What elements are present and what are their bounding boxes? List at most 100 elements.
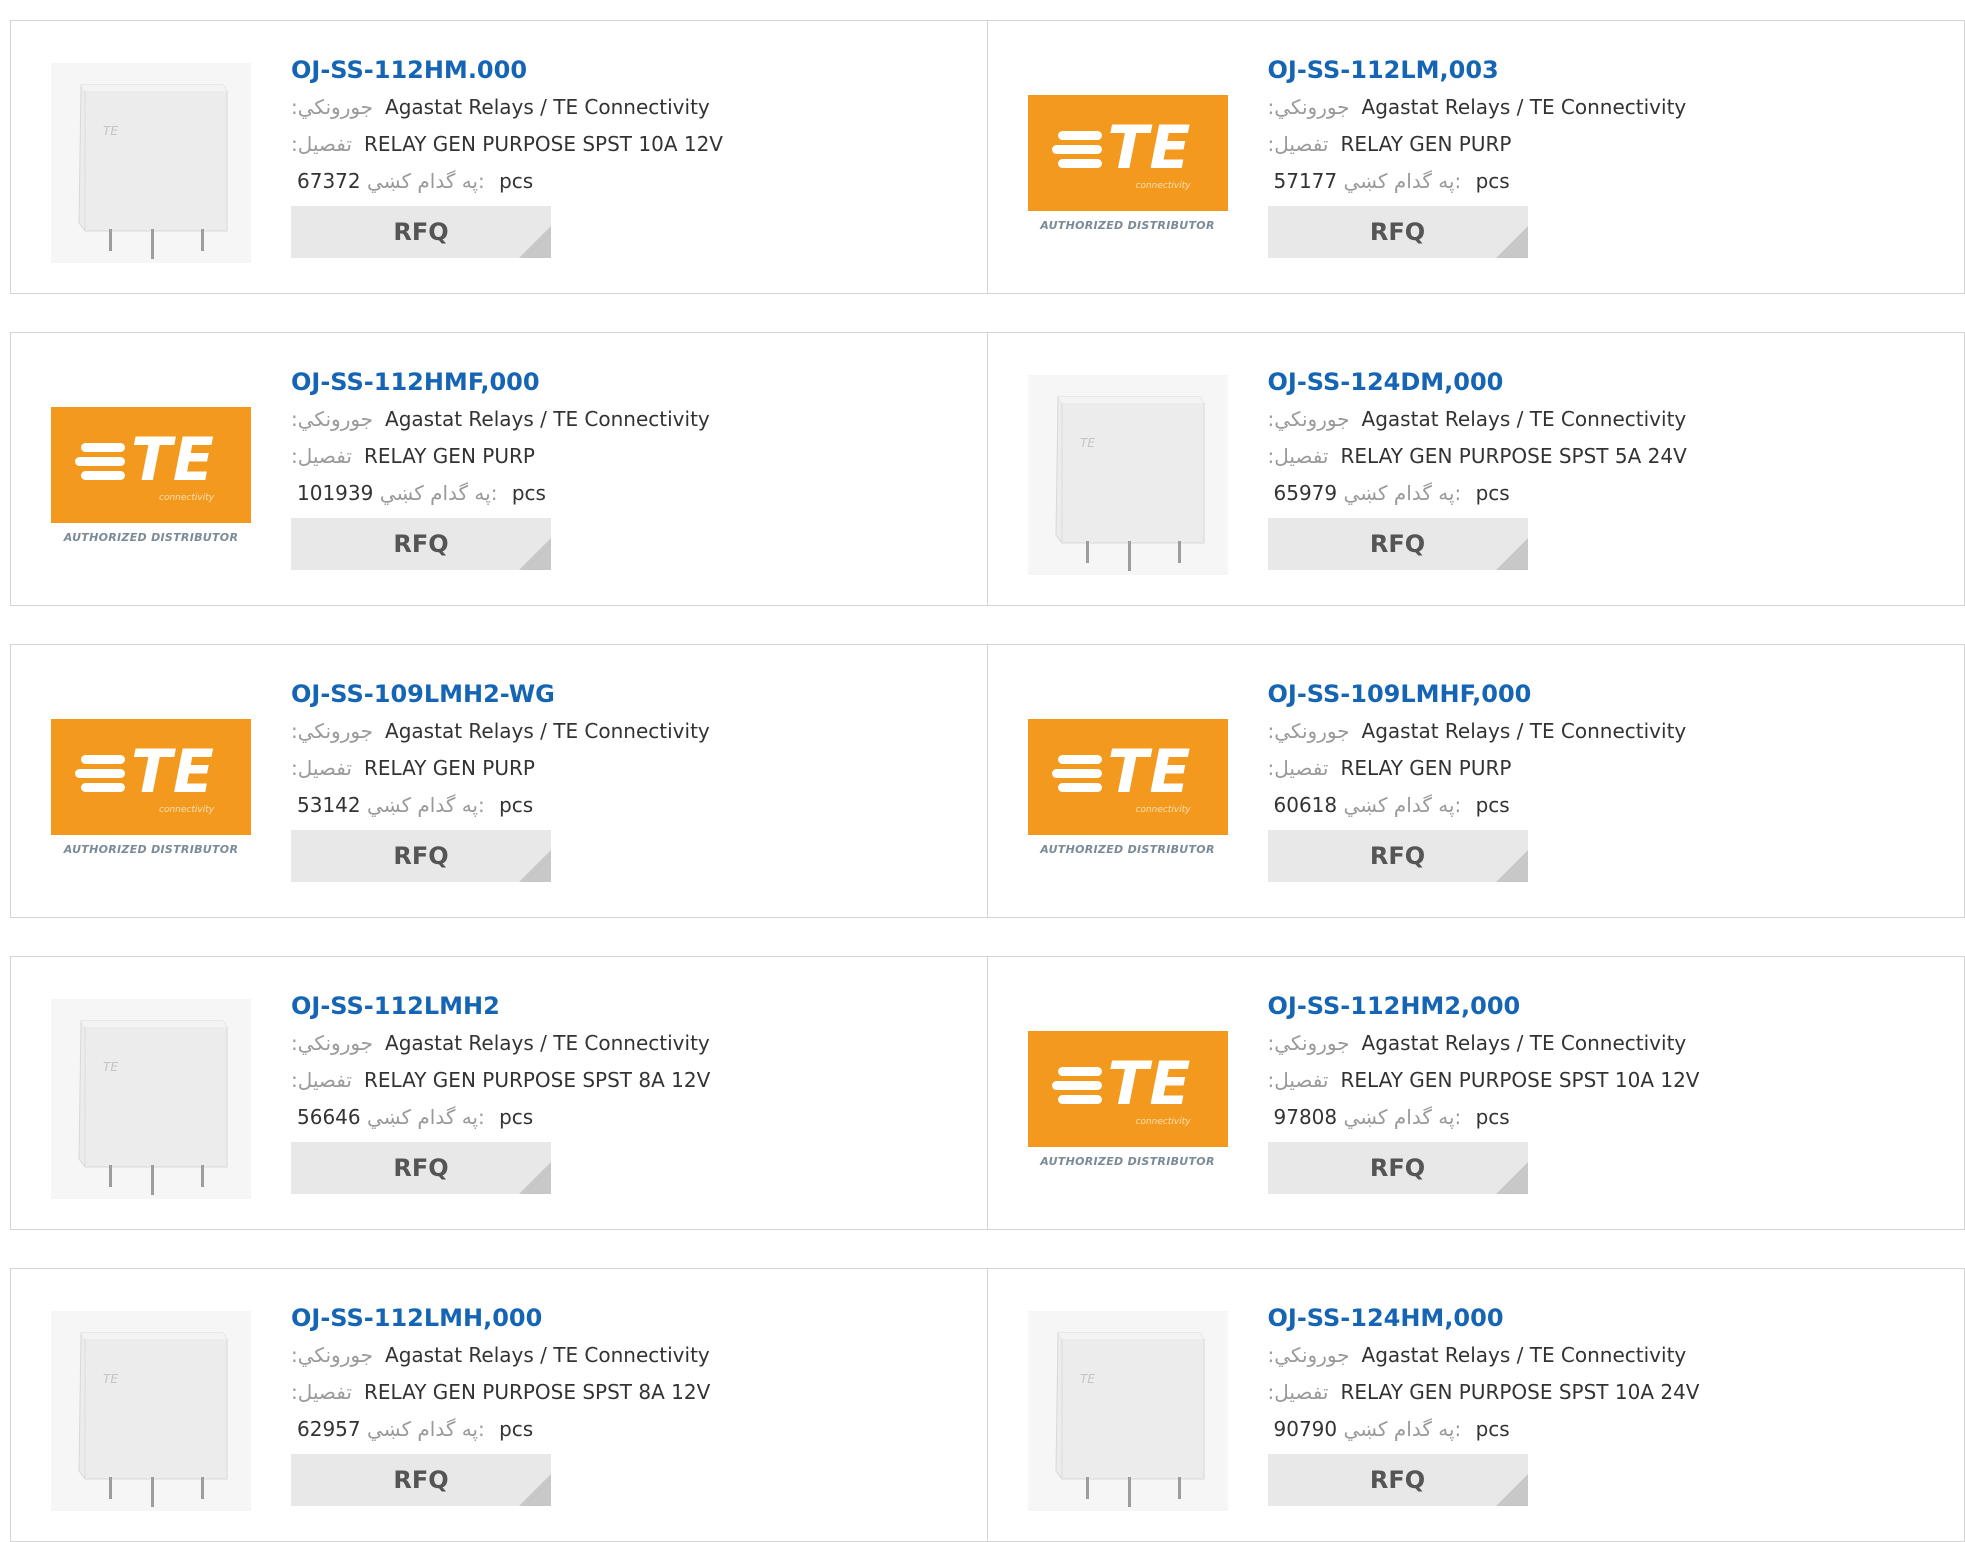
- corner-triangle-icon: [519, 226, 551, 258]
- stock-label: په گدام کښي:: [1343, 169, 1462, 193]
- description-line: :تفصيل RELAY GEN PURP: [1268, 750, 1687, 787]
- te-logo: TE connectivity AUTHORIZED DISTRIBUTOR: [1027, 63, 1228, 263]
- te-logo-subtext: connectivity: [1135, 1116, 1191, 1127]
- stock-value: 60618: [1273, 793, 1338, 817]
- rfq-label: RFQ: [393, 218, 449, 246]
- manufacturer-line: :جورونكي Agastat Relays / TE Connectivity: [1268, 1025, 1700, 1062]
- authorized-distributor-caption: AUTHORIZED DISTRIBUTOR: [63, 842, 239, 856]
- manufacturer-label: :جورونكي: [1267, 1031, 1350, 1055]
- product-image[interactable]: TE: [1027, 1311, 1228, 1511]
- stock-value: 57177: [1273, 169, 1338, 193]
- stock-line: 56646 په گدام کښي: pcs: [291, 1099, 710, 1136]
- product-row: TE OJ-SS-112LMH,000 :جورونكي Agastat Rela…: [10, 1268, 1965, 1542]
- product-image[interactable]: TE connectivity AUTHORIZED DISTRIBUTOR: [51, 687, 251, 887]
- corner-triangle-icon: [519, 850, 551, 882]
- description-line: :تفصيل RELAY GEN PURPOSE SPST 8A 12V: [291, 1062, 710, 1099]
- description-value: RELAY GEN PURPOSE SPST 10A 12V: [1340, 1068, 1700, 1092]
- part-number-link[interactable]: OJ-SS-112HMF,000: [291, 363, 710, 401]
- product-image[interactable]: TE: [1027, 375, 1228, 575]
- product-info: OJ-SS-112HM.000 :جورونكي Agastat Relays /…: [291, 51, 723, 258]
- relay-icon: TE: [1027, 1311, 1228, 1511]
- rfq-button[interactable]: RFQ: [1267, 518, 1528, 570]
- part-number-link[interactable]: OJ-SS-112HM.000: [291, 51, 723, 89]
- description-value: RELAY GEN PURPOSE SPST 8A 12V: [363, 1380, 711, 1404]
- part-number-link[interactable]: OJ-SS-109LMH2-WG: [291, 675, 710, 713]
- relay-mark-text: TE: [103, 124, 118, 138]
- corner-triangle-icon: [1495, 850, 1528, 882]
- description-label: :تفصيل: [291, 444, 352, 468]
- te-logo-subtext: connectivity: [159, 804, 215, 815]
- stock-value: 53142: [297, 793, 361, 817]
- manufacturer-line: :جورونكي Agastat Relays / TE Connectivity: [291, 1025, 710, 1062]
- description-value: RELAY GEN PURPOSE SPST 8A 12V: [363, 1068, 711, 1092]
- stock-value: 62957: [297, 1417, 361, 1441]
- rfq-button[interactable]: RFQ: [291, 1454, 551, 1506]
- part-number-link[interactable]: OJ-SS-112LMH2: [291, 987, 710, 1025]
- stock-label: په گدام کښي:: [366, 1105, 485, 1129]
- part-number-link[interactable]: OJ-SS-112HM2,000: [1268, 987, 1700, 1025]
- relay-photo: TE: [51, 1311, 251, 1511]
- product-info: OJ-SS-112LMH,000 :جورونكي Agastat Relays …: [291, 1299, 710, 1506]
- te-logo: TE connectivity AUTHORIZED DISTRIBUTOR: [51, 687, 251, 887]
- manufacturer-label: :جورونكي: [1267, 407, 1350, 431]
- manufacturer-value: Agastat Relays / TE Connectivity: [385, 719, 710, 743]
- relay-icon: TE: [51, 1311, 251, 1511]
- manufacturer-line: :جورونكي Agastat Relays / TE Connectivity: [1268, 1337, 1700, 1374]
- relay-photo: TE: [51, 999, 251, 1199]
- description-label: :تفصيل: [1267, 1068, 1329, 1092]
- description-line: :تفصيل RELAY GEN PURPOSE SPST 10A 12V: [1268, 1062, 1700, 1099]
- manufacturer-line: :جورونكي Agastat Relays / TE Connectivity: [291, 713, 710, 750]
- stock-label: په گدام کښي:: [1343, 793, 1462, 817]
- product-info: OJ-SS-109LMHF,000 :جورونكي Agastat Relays…: [1267, 675, 1687, 882]
- product-card: TE OJ-SS-124DM,000 :جورونكي Agastat Relay…: [988, 333, 1965, 605]
- product-image[interactable]: TE: [51, 999, 251, 1199]
- product-image[interactable]: TE: [51, 1311, 251, 1511]
- rfq-button[interactable]: RFQ: [1267, 830, 1528, 882]
- stock-value: 90790: [1273, 1417, 1338, 1441]
- part-number-link[interactable]: OJ-SS-112LMH,000: [291, 1299, 710, 1337]
- product-info: OJ-SS-124DM,000 :جورونكي Agastat Relays /…: [1267, 363, 1687, 570]
- relay-mark-text: TE: [103, 1060, 118, 1074]
- stock-label: په گدام کښي:: [1343, 1417, 1462, 1441]
- stock-line: 57177 په گدام کښي: pcs: [1268, 163, 1687, 200]
- part-number-link[interactable]: OJ-SS-109LMHF,000: [1268, 675, 1687, 713]
- product-card: TE OJ-SS-124HM,000 :جورونكي Agastat Relay…: [988, 1269, 1965, 1541]
- product-image[interactable]: TE: [51, 63, 251, 263]
- product-image[interactable]: TE connectivity AUTHORIZED DISTRIBUTOR: [51, 375, 251, 575]
- description-label: :تفصيل: [291, 132, 352, 156]
- stock-label: په گدام کښي:: [379, 481, 498, 505]
- te-logo-text: TE: [1107, 112, 1192, 183]
- rfq-button[interactable]: RFQ: [1267, 1454, 1528, 1506]
- part-number-link[interactable]: OJ-SS-112LM,003: [1268, 51, 1687, 89]
- product-image[interactable]: TE connectivity AUTHORIZED DISTRIBUTOR: [1027, 687, 1228, 887]
- description-label: :تفصيل: [1267, 444, 1329, 468]
- relay-mark-text: TE: [1080, 1372, 1095, 1386]
- rfq-button[interactable]: RFQ: [291, 830, 551, 882]
- manufacturer-line: :جورونكي Agastat Relays / TE Connectivity: [291, 1337, 710, 1374]
- stock-line: 67372 په گدام کښي: pcs: [291, 163, 723, 200]
- stock-unit: pcs: [1475, 169, 1510, 193]
- product-row: TE connectivity AUTHORIZED DISTRIBUTOR O…: [10, 332, 1965, 606]
- description-label: :تفصيل: [1267, 132, 1329, 156]
- rfq-button[interactable]: RFQ: [1267, 206, 1528, 258]
- corner-triangle-icon: [1495, 1474, 1528, 1506]
- part-number-link[interactable]: OJ-SS-124HM,000: [1268, 1299, 1700, 1337]
- corner-triangle-icon: [519, 538, 551, 570]
- description-label: :تفصيل: [291, 1380, 352, 1404]
- rfq-button[interactable]: RFQ: [291, 206, 551, 258]
- rfq-button[interactable]: RFQ: [291, 1142, 551, 1194]
- part-number-link[interactable]: OJ-SS-124DM,000: [1268, 363, 1687, 401]
- stock-unit: pcs: [1475, 1417, 1510, 1441]
- product-image[interactable]: TE connectivity AUTHORIZED DISTRIBUTOR: [1027, 63, 1228, 263]
- rfq-button[interactable]: RFQ: [1267, 1142, 1528, 1194]
- product-image[interactable]: TE connectivity AUTHORIZED DISTRIBUTOR: [1027, 999, 1228, 1199]
- product-info: OJ-SS-112HM2,000 :جورونكي Agastat Relays …: [1267, 987, 1700, 1194]
- description-line: :تفصيل RELAY GEN PURPOSE SPST 5A 24V: [1268, 438, 1687, 475]
- relay-photo: TE: [51, 63, 251, 263]
- description-label: :تفصيل: [291, 1068, 352, 1092]
- description-line: :تفصيل RELAY GEN PURPOSE SPST 10A 24V: [1268, 1374, 1700, 1411]
- te-logo-box: TE connectivity: [1027, 1030, 1228, 1147]
- relay-photo: TE: [1027, 375, 1228, 575]
- product-card: TE connectivity AUTHORIZED DISTRIBUTOR O…: [988, 21, 1965, 293]
- rfq-button[interactable]: RFQ: [291, 518, 551, 570]
